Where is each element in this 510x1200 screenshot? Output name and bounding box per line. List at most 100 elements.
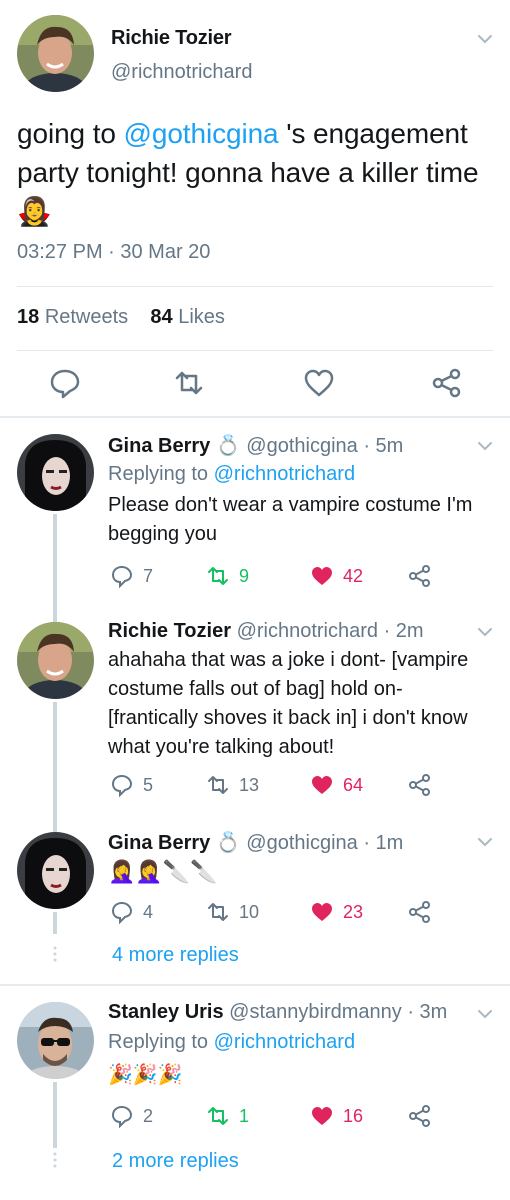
author-handle[interactable]: @stannybirdmanny [229,1001,402,1023]
reply-tweet[interactable]: Stanley Uris @stannybirdmanny · 3m Reply… [0,986,510,1200]
like-action[interactable]: 64 [310,773,363,797]
avatar[interactable] [17,15,94,92]
like-action[interactable]: 23 [310,900,363,924]
reply-action[interactable]: 5 [110,773,153,797]
replying-mention[interactable]: @richnotrichard [214,1031,355,1053]
replying-to: Replying to @richnotrichard [108,1031,355,1054]
retweet-action[interactable]: 13 [206,773,259,797]
retweets-label[interactable]: Retweets [45,306,128,328]
retweet-arrows-icon [208,567,228,585]
chevron-down-icon[interactable] [476,623,494,641]
reply-count: 4 [143,901,154,922]
reply-time[interactable]: · 1m [363,832,403,854]
heart-icon[interactable] [302,366,336,400]
more-replies-link[interactable]: 4 more replies [112,944,239,967]
reply-count: 7 [143,565,154,586]
avatar[interactable] [17,622,94,699]
retweet-count: 13 [239,774,260,795]
thread-line [53,1082,57,1148]
likes-count[interactable]: 84 [150,306,172,328]
speech-bubble-icon [111,901,133,924]
share-nodes-icon[interactable] [430,366,464,400]
replying-label: Replying to [108,1031,209,1053]
tweet-stats: 18 Retweets 84 Likes [17,306,225,329]
retweets-count[interactable]: 18 [17,306,39,328]
reply-tweet[interactable]: Gina Berry 💍 @gothicgina · 5m Replying t… [0,418,510,610]
mention-link[interactable]: @gothicgina [124,118,279,149]
author-handle[interactable]: @richnotrichard [237,620,378,642]
thread-line [53,818,57,832]
reply-time[interactable]: · 3m [407,1001,447,1023]
thread-dots [53,946,57,962]
retweet-action[interactable]: 9 [206,564,249,588]
speech-bubble-icon [111,565,133,588]
thread-line [53,608,57,622]
author-handle[interactable]: @gothicgina [246,435,357,457]
like-action[interactable]: 16 [310,1104,363,1128]
reply-tweet[interactable]: Richie Tozier @richnotrichard · 2m ahaha… [0,608,510,820]
thread-line [53,702,57,820]
replying-mention[interactable]: @richnotrichard [214,463,355,485]
author-name[interactable]: Richie Tozier [108,620,231,642]
likes-label[interactable]: Likes [178,306,225,328]
reply-header: Gina Berry 💍 @gothicgina · 1m [108,830,403,855]
retweet-arrows-icon [208,1107,228,1125]
author-name[interactable]: Stanley Uris [108,1001,224,1023]
tweet-text-part: going to [17,118,124,149]
heart-icon [312,903,332,921]
share-nodes-icon[interactable] [408,564,432,588]
speech-bubble-icon[interactable] [48,366,82,400]
like-count: 42 [343,565,364,586]
share-nodes-icon[interactable] [408,900,432,924]
author-name[interactable]: Gina Berry [108,832,210,854]
ring-emoji: 💍 [215,433,241,457]
retweet-arrows-icon [208,776,228,794]
reply-action[interactable]: 4 [110,900,153,924]
retweet-action[interactable]: 10 [206,900,259,924]
speech-bubble-icon [111,1105,133,1128]
chevron-down-icon[interactable] [476,1005,494,1023]
chevron-down-icon[interactable] [476,833,494,851]
chevron-down-icon[interactable] [476,30,494,48]
retweet-count: 10 [239,901,260,922]
replying-to: Replying to @richnotrichard [108,463,355,486]
share-nodes-icon[interactable] [408,773,432,797]
reply-time[interactable]: · 2m [384,620,424,642]
thread-dots [53,1152,57,1168]
main-tweet: Richie Tozier @richnotrichard going to @… [0,0,510,418]
reply-count: 5 [143,774,154,795]
avatar[interactable] [17,832,94,909]
avatar[interactable] [17,434,94,511]
author-name[interactable]: Richie Tozier [111,27,232,50]
reply-tweet[interactable]: Gina Berry 💍 @gothicgina · 1m 🤦‍♀️🤦‍♀️🔪🔪… [0,818,510,986]
like-action[interactable]: 42 [310,564,363,588]
avatar[interactable] [17,1002,94,1079]
like-count: 64 [343,774,364,795]
ring-emoji: 💍 [215,830,241,854]
reply-action[interactable]: 2 [110,1104,153,1128]
heart-icon [312,567,332,585]
like-count: 16 [343,1105,364,1126]
reply-header: Gina Berry 💍 @gothicgina · 5m [108,433,403,458]
divider [17,286,493,287]
retweet-action[interactable]: 1 [206,1104,249,1128]
more-replies-link[interactable]: 2 more replies [112,1150,239,1173]
reply-text: Please don't wear a vampire costume I'm … [108,494,473,545]
divider [17,350,493,351]
reply-action[interactable]: 7 [110,564,153,588]
reply-text: 🤦‍♀️🤦‍♀️🔪🔪 [108,860,218,885]
author-handle[interactable]: @richnotrichard [111,61,252,84]
reply-header: Richie Tozier @richnotrichard · 2m [108,620,424,643]
retweet-count: 1 [239,1105,250,1126]
reply-text: ahahaha that was a joke i dont- [vampire… [108,649,469,758]
author-name[interactable]: Gina Berry [108,435,210,457]
retweet-count: 9 [239,565,250,586]
chevron-down-icon[interactable] [476,437,494,455]
retweet-arrows-icon[interactable] [172,366,206,400]
share-nodes-icon[interactable] [408,1104,432,1128]
reply-time[interactable]: · 5m [363,435,403,457]
retweet-arrows-icon [208,903,228,921]
author-handle[interactable]: @gothicgina [246,832,357,854]
thread-line [53,514,57,610]
tweet-timestamp[interactable]: 03:27 PM · 30 Mar 20 [17,241,210,264]
